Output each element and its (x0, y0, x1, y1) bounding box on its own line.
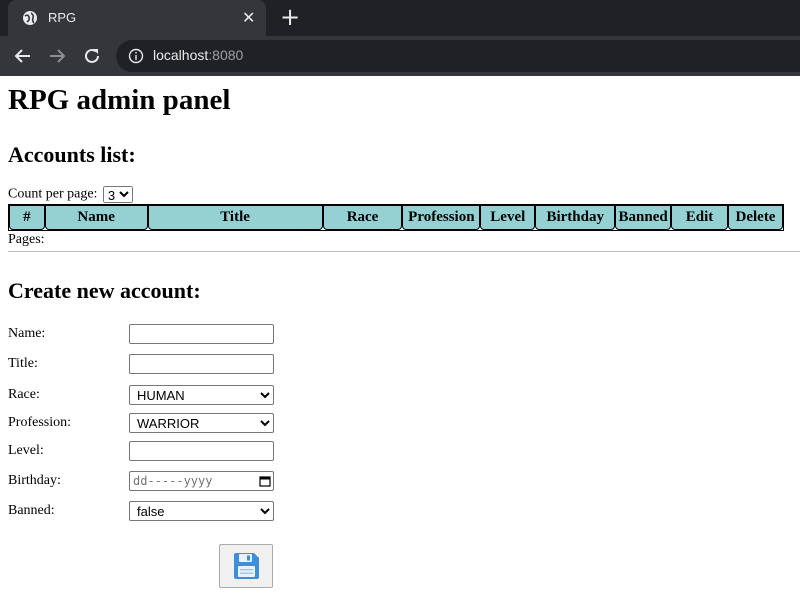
back-arrow-icon[interactable] (12, 45, 34, 67)
column-header-banned: Banned (615, 205, 672, 230)
column-header-profession: Profession (402, 205, 481, 230)
column-header-race: Race (322, 205, 403, 230)
column-header-title: Title (147, 205, 323, 230)
profession-row: Profession: WARRIOR (8, 413, 278, 435)
url-port: :8080 (208, 47, 244, 63)
create-account-heading: Create new account: (8, 278, 201, 303)
race-select[interactable]: HUMAN (129, 385, 274, 405)
profession-select[interactable]: WARRIOR (129, 413, 274, 433)
banned-row: Banned: false (8, 501, 278, 523)
level-row: Level: (8, 441, 278, 463)
count-per-page-select[interactable]: 3 (102, 186, 133, 203)
browser-tab[interactable]: RPG ✕ (8, 0, 266, 36)
name-row: Name: (8, 324, 278, 346)
column-header-edit: Edit (671, 205, 728, 230)
count-per-page-label: Count per page: (8, 186, 98, 202)
pagination: Pages: (8, 232, 45, 247)
count-per-page-row: Count per page: 3 (8, 186, 133, 203)
accounts-table: # Name Title Race Profession Level Birth… (8, 204, 784, 231)
page-content: RPG admin panel Accounts list: Count per… (0, 76, 800, 615)
accounts-heading: Accounts list: (8, 142, 136, 167)
column-header-level: Level (480, 205, 536, 230)
page-title: RPG admin panel (8, 84, 231, 116)
title-row: Title: (8, 354, 278, 376)
banned-label: Banned: (8, 503, 55, 518)
browser-tab-bar: RPG ✕ + (0, 0, 800, 36)
birthday-row: Birthday: (8, 471, 278, 493)
title-input[interactable] (129, 354, 274, 374)
url-host: localhost (153, 47, 209, 63)
new-tab-icon[interactable]: + (280, 4, 300, 30)
column-header-name: Name (44, 205, 148, 230)
globe-icon (23, 11, 37, 25)
forward-arrow-icon[interactable] (46, 45, 68, 67)
name-input[interactable] (129, 324, 274, 344)
accounts-table-header: # Name Title Race Profession Level Birth… (9, 205, 783, 230)
profession-label: Profession: (8, 415, 71, 430)
level-label: Level: (8, 443, 44, 458)
name-label: Name: (8, 326, 46, 341)
column-header-delete: Delete (727, 205, 783, 230)
race-row: Race: HUMAN (8, 385, 278, 407)
column-header-number: # (9, 205, 45, 230)
url-text: localhost:8080 (153, 47, 243, 63)
column-header-birthday: Birthday (535, 205, 616, 230)
save-button[interactable] (219, 544, 273, 588)
race-label: Race: (8, 387, 40, 402)
divider (8, 251, 800, 252)
tab-title: RPG (48, 10, 77, 25)
calendar-icon[interactable] (259, 475, 271, 487)
banned-select[interactable]: false (129, 501, 274, 521)
birthday-label: Birthday: (8, 473, 61, 488)
close-tab-icon[interactable]: ✕ (242, 8, 255, 28)
browser-toolbar: localhost:8080 (0, 36, 800, 76)
floppy-disk-icon (234, 553, 259, 579)
level-input[interactable] (129, 441, 274, 461)
address-bar[interactable]: localhost:8080 (116, 40, 800, 72)
info-icon[interactable] (128, 48, 144, 64)
birthday-input[interactable] (129, 471, 274, 491)
title-label: Title: (8, 356, 38, 371)
reload-icon[interactable] (81, 45, 103, 67)
